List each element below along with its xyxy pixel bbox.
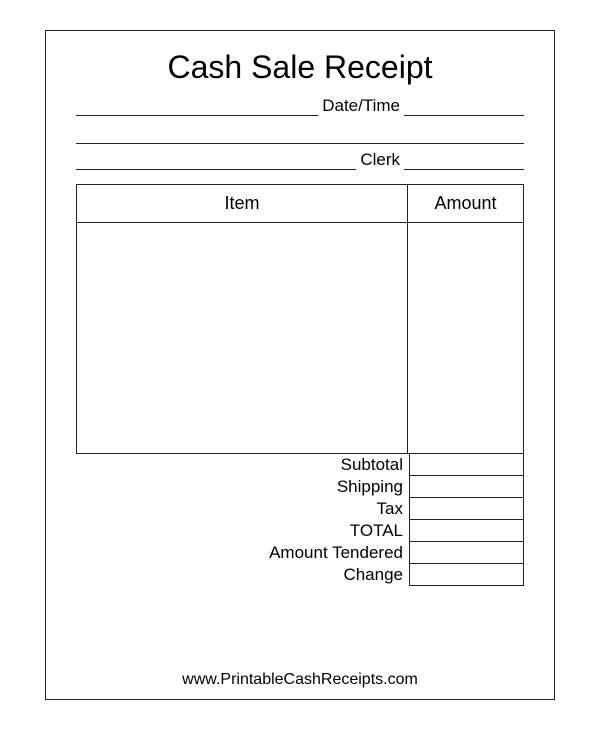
page-title: Cash Sale Receipt	[76, 49, 524, 86]
totals-section: Subtotal Shipping Tax TOTAL Amount Tende…	[76, 454, 524, 586]
tendered-label: Amount Tendered	[76, 542, 409, 564]
shipping-row: Shipping	[76, 476, 524, 498]
footer-url: www.PrintableCashReceipts.com	[46, 671, 554, 689]
items-table: Item Amount	[76, 184, 524, 454]
table-body	[77, 223, 523, 453]
tax-row: Tax	[76, 498, 524, 520]
tax-label: Tax	[76, 498, 409, 520]
total-label: TOTAL	[76, 520, 409, 542]
tendered-row: Amount Tendered	[76, 542, 524, 564]
item-cell[interactable]	[77, 223, 408, 453]
table-header: Item Amount	[77, 185, 523, 223]
tendered-field[interactable]	[409, 542, 524, 564]
clerk-field[interactable]	[404, 148, 524, 170]
subtotal-label: Subtotal	[76, 454, 409, 476]
datetime-label: Date/Time	[318, 96, 404, 116]
item-header: Item	[77, 185, 408, 222]
change-label: Change	[76, 564, 409, 586]
receipt-page: Cash Sale Receipt Date/Time Clerk Item A…	[45, 30, 555, 700]
shipping-label: Shipping	[76, 476, 409, 498]
change-field[interactable]	[409, 564, 524, 586]
shipping-field[interactable]	[409, 476, 524, 498]
datetime-field[interactable]	[404, 94, 524, 116]
total-row: TOTAL	[76, 520, 524, 542]
blank-line-1[interactable]	[76, 122, 524, 144]
datetime-row: Date/Time	[76, 94, 524, 116]
total-field[interactable]	[409, 520, 524, 542]
clerk-label: Clerk	[356, 150, 404, 170]
subtotal-row: Subtotal	[76, 454, 524, 476]
tax-field[interactable]	[409, 498, 524, 520]
amount-header: Amount	[408, 185, 523, 222]
clerk-left-line[interactable]	[76, 148, 356, 170]
clerk-row: Clerk	[76, 148, 524, 170]
change-row: Change	[76, 564, 524, 586]
subtotal-field[interactable]	[409, 454, 524, 476]
amount-cell[interactable]	[408, 223, 523, 453]
datetime-left-line[interactable]	[76, 94, 318, 116]
